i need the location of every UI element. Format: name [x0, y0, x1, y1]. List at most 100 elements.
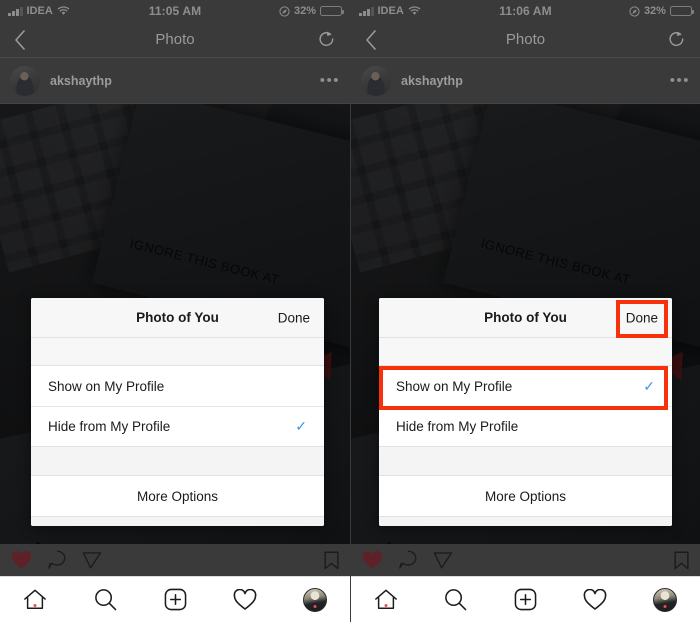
heart-outline-icon — [233, 588, 257, 610]
more-options-button[interactable]: More Options — [31, 476, 324, 516]
hide-from-my-profile-label: Hide from My Profile — [48, 419, 171, 434]
share-paperplane-icon[interactable] — [433, 550, 453, 570]
battery-low-icon — [319, 6, 344, 16]
hide-from-my-profile-row[interactable]: Hide from My Profile ✓ — [31, 406, 324, 446]
photo-of-you-action-sheet: Photo of You Done Show on My Profile ✓ H… — [31, 298, 324, 526]
post-header: akshaythp ••• — [351, 58, 700, 104]
screenshot-comparison: IDEA 11:05 AM 32% Photo akshaythp ••• IG… — [0, 0, 700, 622]
show-on-my-profile-label: Show on My Profile — [48, 378, 165, 394]
carrier-label: IDEA — [377, 5, 404, 17]
hide-from-my-profile-label: Hide from My Profile — [396, 419, 519, 434]
battery-percent-label: 32% — [643, 5, 666, 17]
post-action-bar — [0, 544, 350, 576]
heart-outline-icon — [583, 588, 607, 610]
post-photo: IGNORE THIS BOOK AT ANGE THE WAY YOU WOR… — [0, 104, 350, 547]
tab-activity[interactable] — [210, 588, 280, 611]
action-sheet-header: Photo of You Done — [31, 298, 324, 338]
plus-square-icon — [514, 588, 537, 611]
phone-screen-after: IDEA 11:06 AM 32% Photo akshaythp ••• IG… — [350, 0, 700, 622]
status-bar-right: 32% — [582, 5, 694, 17]
tab-profile[interactable] — [630, 587, 700, 612]
refresh-icon[interactable] — [667, 30, 686, 49]
action-sheet-title: Photo of You — [484, 310, 567, 325]
post-username[interactable]: akshaythp — [50, 74, 112, 88]
signal-bars-icon — [359, 6, 374, 16]
status-bar-right: 32% — [232, 5, 344, 17]
bookmark-icon[interactable] — [674, 551, 689, 570]
status-bar-time: 11:05 AM — [148, 4, 202, 18]
wifi-icon — [57, 6, 70, 15]
heart-filled-icon[interactable] — [11, 550, 32, 570]
checkmark-icon: ✓ — [295, 418, 307, 434]
tab-profile[interactable] — [280, 587, 350, 612]
post-action-group — [11, 550, 102, 570]
battery-low-icon — [669, 6, 694, 16]
page-title: Photo — [505, 31, 546, 48]
signal-bars-icon — [8, 6, 23, 16]
action-sheet-gap-bottom — [31, 446, 324, 476]
done-button[interactable]: Done — [626, 310, 658, 325]
profile-indicator-dot — [663, 604, 667, 608]
chevron-left-icon[interactable] — [14, 29, 26, 50]
comment-icon[interactable] — [47, 550, 67, 570]
tab-search[interactable] — [70, 588, 140, 611]
tab-add-post[interactable] — [491, 588, 561, 611]
phone-screen-before: IDEA 11:05 AM 32% Photo akshaythp ••• IG… — [0, 0, 350, 622]
more-options-button[interactable]: More Options — [379, 476, 672, 516]
home-indicator-dot — [33, 604, 37, 607]
tab-search[interactable] — [421, 588, 491, 611]
action-sheet-header: Photo of You Done — [379, 298, 672, 338]
status-bar: IDEA 11:05 AM 32% — [0, 0, 350, 22]
refresh-icon[interactable] — [317, 30, 336, 49]
status-bar: IDEA 11:06 AM 32% — [351, 0, 700, 22]
tab-bar — [351, 576, 700, 622]
profile-avatar-icon — [653, 587, 678, 612]
battery-percent-label: 32% — [293, 5, 316, 17]
action-sheet-title: Photo of You — [136, 310, 219, 325]
home-icon — [24, 589, 46, 610]
bookmark-icon[interactable] — [324, 551, 339, 570]
location-icon — [629, 5, 640, 17]
status-bar-time: 11:06 AM — [499, 4, 552, 18]
action-sheet-gap-bottom — [379, 446, 672, 476]
tab-home[interactable] — [0, 588, 70, 611]
page-title: Photo — [155, 31, 195, 48]
checkmark-icon: ✓ — [643, 377, 655, 394]
tab-home[interactable] — [351, 588, 421, 611]
user-avatar[interactable] — [361, 65, 391, 96]
user-avatar[interactable] — [10, 65, 40, 96]
search-icon — [445, 589, 467, 611]
home-icon — [374, 589, 397, 610]
post-header: akshaythp ••• — [0, 58, 350, 104]
nav-bar: Photo — [351, 22, 700, 58]
done-button[interactable]: Done — [278, 310, 310, 325]
carrier-label: IDEA — [26, 5, 53, 17]
share-paperplane-icon[interactable] — [82, 550, 102, 570]
nav-bar: Photo — [0, 22, 350, 58]
photo-of-you-action-sheet: Photo of You Done Show on My Profile ✓ H… — [379, 298, 672, 526]
action-sheet-footer — [379, 516, 672, 526]
wifi-icon — [408, 6, 421, 15]
post-photo: IGNORE THIS BOOK AT ANGE THE WAY YOU WOR… — [351, 104, 700, 547]
status-bar-left: IDEA — [359, 5, 469, 17]
profile-avatar-icon — [303, 587, 327, 612]
profile-indicator-dot — [313, 604, 317, 608]
action-sheet-footer — [31, 516, 324, 526]
home-indicator-dot — [384, 604, 388, 607]
heart-filled-icon[interactable] — [362, 550, 383, 570]
post-username[interactable]: akshaythp — [401, 74, 463, 88]
show-on-my-profile-row[interactable]: Show on My Profile ✓ — [31, 366, 324, 406]
action-sheet-gap-top — [31, 338, 324, 366]
chevron-left-icon[interactable] — [365, 29, 377, 50]
action-sheet-gap-top — [379, 338, 672, 366]
location-icon — [279, 5, 290, 17]
hide-from-my-profile-row[interactable]: Hide from My Profile ✓ — [379, 406, 672, 446]
tab-add-post[interactable] — [140, 588, 210, 611]
tab-activity[interactable] — [560, 588, 630, 611]
comment-icon[interactable] — [398, 550, 418, 570]
status-bar-left: IDEA — [8, 5, 118, 17]
plus-square-icon — [164, 588, 186, 611]
post-action-bar — [351, 544, 700, 576]
post-action-group — [362, 550, 453, 570]
show-on-my-profile-row[interactable]: Show on My Profile ✓ — [379, 366, 672, 406]
